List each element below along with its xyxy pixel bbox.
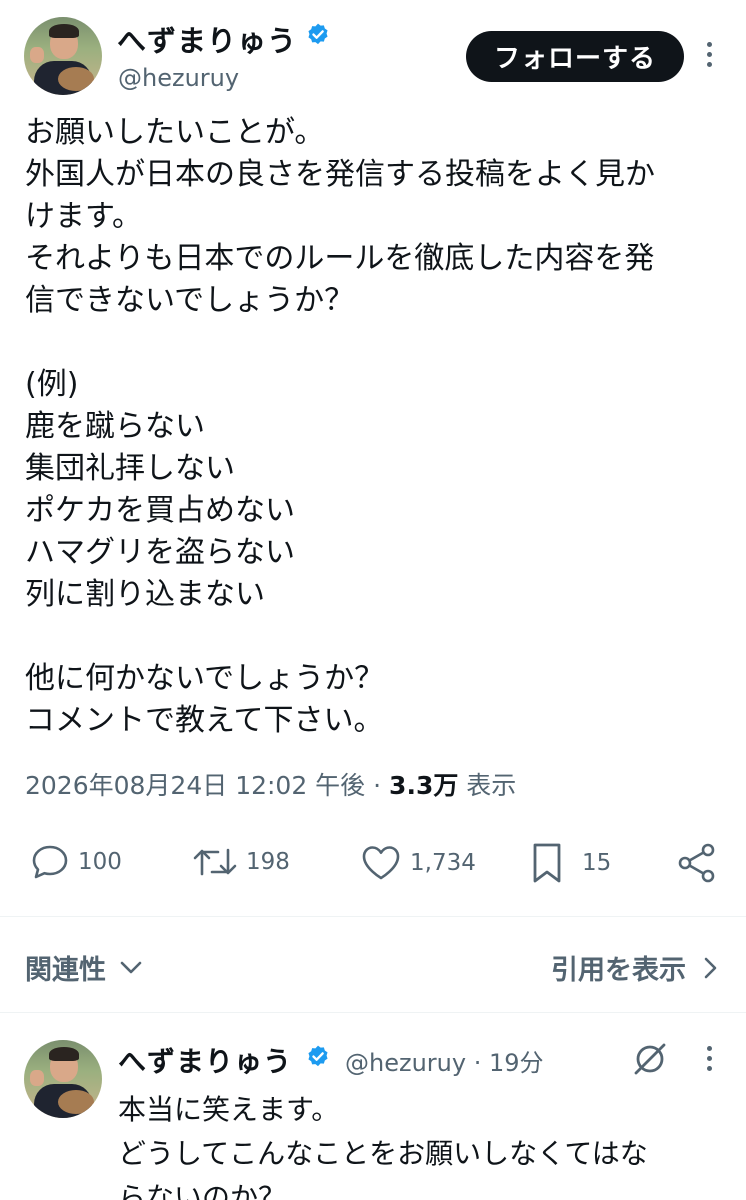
share-button[interactable] — [676, 842, 718, 884]
reply-icon — [32, 845, 68, 879]
view-quotes-link[interactable]: 引用を表示 — [551, 948, 718, 987]
chevron-down-icon — [120, 961, 142, 973]
heart-icon — [362, 846, 400, 880]
bookmark-count: 15 — [582, 850, 612, 876]
avatar-deer-shape — [58, 1090, 94, 1114]
reply-count: 100 — [78, 849, 122, 875]
tweet-line: (例) — [25, 367, 79, 402]
like-button[interactable]: 1,734 — [360, 844, 476, 882]
avatar-fist-shape — [30, 47, 44, 63]
tweet-line: 列に割り込まない — [25, 577, 265, 612]
avatar-deer-shape — [58, 67, 94, 91]
verified-badge-icon — [308, 1045, 328, 1067]
retweet-button[interactable]: 198 — [192, 844, 290, 880]
tweet-line — [25, 616, 730, 658]
reply-handle-text: @hezuruy — [345, 1049, 467, 1077]
reply-time: 19分 — [489, 1049, 544, 1077]
reply-author-name[interactable]: へずまりゅう — [118, 1040, 292, 1080]
action-bar: 100 198 1,734 15 — [0, 836, 746, 890]
share-icon — [678, 843, 715, 883]
reply-author-avatar[interactable] — [24, 1040, 102, 1118]
reply-author-handle[interactable]: @hezuruy · 19分 — [345, 1043, 544, 1078]
avatar-fist-shape — [30, 1070, 44, 1086]
tweet-line: 他に何かないでしょうか？ — [25, 661, 385, 696]
author-handle[interactable]: @hezuruy — [118, 64, 239, 92]
verified-badge-icon — [308, 23, 328, 45]
section-divider — [0, 916, 746, 917]
tweet-line: コメントで教えて下さい。 — [25, 703, 384, 738]
reply-line: らないのか？ — [118, 1181, 287, 1200]
reply-text: 本当に笑えます。 どうしてこんなことをお願いしなくてはな らないのか？ — [118, 1088, 648, 1200]
more-vertical-icon[interactable] — [704, 1046, 714, 1071]
like-count: 1,734 — [410, 850, 476, 876]
author-name[interactable]: へずまりゅう — [117, 18, 297, 60]
tweet-line: ポケカを買占めない — [25, 493, 295, 528]
tweet-line: けます。 — [25, 199, 142, 234]
section-divider — [0, 1012, 746, 1013]
meta-separator: · — [373, 771, 382, 800]
reply-line: 本当に笑えます。 — [118, 1093, 340, 1126]
tweet-line: 集団礼拝しない — [25, 451, 235, 486]
tweet-line: 信できないでしょうか？ — [25, 283, 355, 318]
tweet-line: 外国人が日本の良さを発信する投稿をよく見か — [25, 157, 655, 192]
views-count: 3.3万 — [389, 771, 459, 800]
retweet-icon — [193, 848, 237, 876]
tweet-meta: 2026年08月24日 12:02 午後 · 3.3万 表示 — [25, 766, 516, 802]
reply-button[interactable]: 100 — [30, 844, 122, 880]
bookmark-button[interactable]: 15 — [530, 842, 611, 884]
reply-separator: · — [473, 1049, 482, 1077]
tweet-line — [25, 322, 730, 364]
tweet-line: ハマグリを盗らない — [25, 535, 295, 570]
bookmark-icon — [533, 843, 561, 883]
retweet-count: 198 — [246, 849, 290, 875]
avatar-hair-shape — [49, 24, 79, 38]
more-vertical-icon[interactable] — [704, 42, 714, 67]
tweet-line: お願いしたいことが。 — [25, 115, 325, 150]
tweet-line: 鹿を蹴らない — [25, 409, 205, 444]
tweet-text: お願いしたいことが。 外国人が日本の良さを発信する投稿をよく見か けます。 それ… — [25, 112, 730, 742]
views-label: 表示 — [466, 771, 517, 800]
quotes-label: 引用を表示 — [551, 955, 686, 986]
reply-line: どうしてこんなことをお願いしなくてはな — [118, 1137, 648, 1170]
author-avatar[interactable] — [24, 17, 102, 95]
tweet-line: それよりも日本でのルールを徹底した内容を発 — [25, 241, 655, 276]
avatar-hair-shape — [49, 1047, 79, 1061]
sort-label: 関連性 — [25, 955, 106, 986]
follow-button[interactable]: フォローする — [466, 31, 684, 82]
sort-dropdown[interactable]: 関連性 — [25, 948, 142, 987]
tweet-timestamp[interactable]: 2026年08月24日 12:02 午後 — [25, 771, 365, 800]
chevron-right-icon — [704, 957, 717, 978]
grok-icon[interactable] — [632, 1041, 668, 1077]
